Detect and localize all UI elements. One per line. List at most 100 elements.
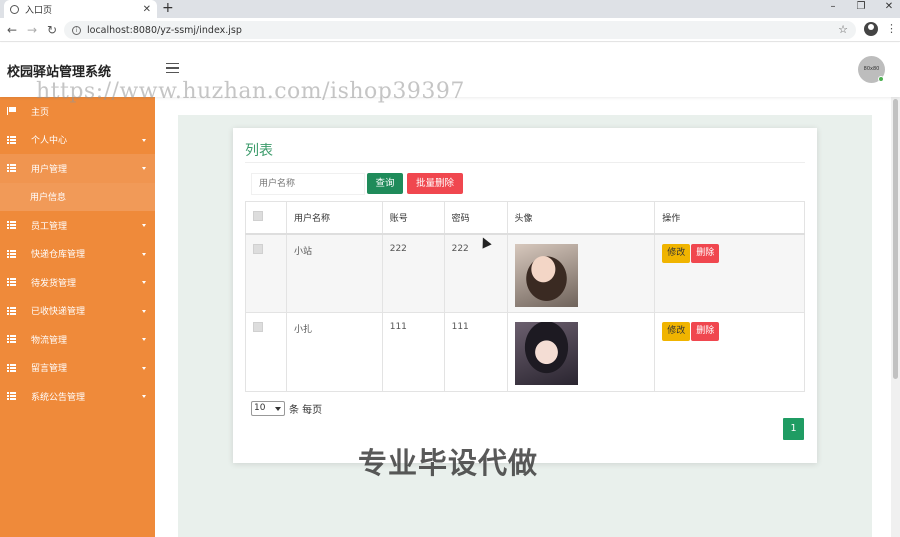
sidebar-item-staff-management[interactable]: 员工管理 [0, 211, 155, 240]
sidebar-subitem-user-info[interactable]: 用户信息 [0, 182, 155, 211]
sidebar-item-label: 个人中心 [31, 136, 68, 147]
cell-actions: 修改 删除 [654, 312, 805, 392]
sidebar-item-user-management[interactable]: 用户管理 [0, 154, 155, 183]
chevron-down-icon [142, 366, 146, 370]
chevron-down-icon [142, 338, 146, 341]
pagination-page-button[interactable]: 1 [783, 418, 804, 440]
chevron-down-icon [142, 224, 146, 227]
chevron-down-icon [142, 167, 146, 170]
sidebar-item-label: 系统公告管理 [31, 392, 86, 403]
back-icon[interactable]: ← [4, 22, 20, 38]
browser-toolbar: ← → ↻ i localhost:8080/yz-ssmj/index.jsp… [0, 18, 900, 42]
cell-actions: 修改 删除 [654, 233, 805, 313]
page-size-label: 条 每页 [289, 405, 323, 416]
overlay-promo-text: 专业毕设代做 [358, 446, 539, 480]
cell-avatar [506, 312, 656, 392]
row-select-cell [245, 233, 287, 313]
list-icon [7, 278, 16, 286]
page-size-select[interactable]: 10 [251, 401, 285, 416]
account-icon[interactable] [864, 22, 878, 36]
reload-icon[interactable]: ↻ [44, 22, 60, 38]
list-icon [7, 164, 16, 172]
sidebar: 主页 个人中心 用户管理 用户信息 员工管理 快递仓库管理 待发货管理 已收快递… [0, 97, 155, 537]
list-icon [7, 392, 16, 400]
row-select-cell [245, 312, 287, 392]
bookmark-star-icon[interactable]: ☆ [838, 23, 848, 36]
restore-button[interactable]: ❐ [851, 0, 871, 16]
edit-button[interactable]: 修改 [662, 243, 691, 263]
scrollbar-thumb[interactable] [893, 99, 898, 379]
row-checkbox[interactable] [253, 243, 263, 254]
cell-account: 111 [381, 312, 445, 392]
cell-password: 222 [443, 233, 508, 313]
user-table: 用户名称 账号 密码 头像 操作 小站 222 222 修改 删除 小扎 111… [245, 201, 805, 392]
list-icon [7, 363, 16, 372]
forward-icon[interactable]: → [24, 22, 40, 38]
delete-button[interactable]: 删除 [691, 322, 720, 341]
list-icon [7, 335, 16, 343]
flag-icon [7, 107, 16, 115]
list-icon [7, 221, 16, 229]
list-icon [7, 306, 16, 315]
user-photo [514, 322, 578, 385]
page-size-control: 10 条 每页 [251, 401, 322, 416]
chevron-down-icon [142, 252, 146, 256]
page-title: 列表 [245, 143, 273, 159]
page-scrollbar[interactable] [891, 97, 900, 537]
select-all-cell [245, 201, 287, 235]
cell-account: 222 [381, 233, 445, 313]
sidebar-item-label: 用户管理 [31, 164, 68, 175]
browser-menu-icon[interactable]: ⋮ [886, 22, 897, 35]
user-photo [514, 243, 578, 307]
column-header-password: 密码 [443, 201, 508, 235]
table-row: 小扎 111 111 修改 删除 [245, 312, 805, 392]
browser-tab[interactable]: 入口页 ✕ [4, 0, 157, 18]
edit-button[interactable]: 修改 [662, 322, 691, 341]
sidebar-item-personal-center[interactable]: 个人中心 [0, 126, 155, 155]
new-tab-button[interactable]: + [162, 0, 174, 18]
row-checkbox[interactable] [253, 322, 263, 332]
table-row: 小站 222 222 修改 删除 [245, 233, 805, 313]
browser-tabstrip: 入口页 ✕ + – ❐ ✕ [0, 0, 900, 18]
list-card: 列表 查询 批量删除 用户名称 账号 密码 头像 操作 小站 222 222 [233, 128, 817, 463]
list-icon [7, 135, 16, 144]
sidebar-item-warehouse[interactable]: 快递仓库管理 [0, 240, 155, 269]
sidebar-item-received[interactable]: 已收快递管理 [0, 297, 155, 326]
tab-title: 入口页 [25, 5, 53, 16]
info-icon[interactable]: i [72, 25, 81, 35]
close-icon[interactable]: ✕ [143, 4, 151, 15]
cell-password: 111 [443, 312, 508, 392]
chevron-down-icon [142, 395, 146, 398]
select-all-checkbox[interactable] [253, 210, 263, 221]
cell-name: 小扎 [285, 312, 383, 392]
sidebar-item-label: 主页 [31, 107, 50, 118]
window-close-button[interactable]: ✕ [879, 0, 899, 16]
minimize-button[interactable]: – [823, 0, 843, 16]
column-header-account: 账号 [381, 201, 445, 235]
cell-avatar [506, 233, 656, 313]
sidebar-item-label: 已收快递管理 [31, 307, 86, 318]
sidebar-item-announcements[interactable]: 系统公告管理 [0, 382, 155, 411]
sidebar-item-messages[interactable]: 留言管理 [0, 354, 155, 383]
query-button[interactable]: 查询 [367, 173, 403, 194]
sidebar-item-label: 留言管理 [31, 364, 68, 375]
list-icon [7, 249, 16, 258]
app-title: 校园驿站管理系统 [7, 65, 112, 80]
sidebar-item-logistics[interactable]: 物流管理 [0, 325, 155, 354]
search-input[interactable] [251, 173, 365, 195]
column-header-actions: 操作 [654, 201, 805, 235]
watermark-text: https://www.huzhan.com/ishop39397 [36, 79, 465, 104]
sidebar-item-label: 员工管理 [31, 221, 68, 232]
column-header-avatar: 头像 [506, 201, 656, 235]
table-header-row: 用户名称 账号 密码 头像 操作 [245, 201, 805, 235]
address-bar[interactable]: i localhost:8080/yz-ssmj/index.jsp ☆ [64, 21, 856, 39]
url-text: localhost:8080/yz-ssmj/index.jsp [87, 24, 242, 36]
sidebar-item-pending-shipment[interactable]: 待发货管理 [0, 268, 155, 297]
delete-button[interactable]: 删除 [691, 243, 720, 263]
menu-toggle-icon[interactable] [166, 63, 179, 73]
chevron-down-icon [142, 309, 146, 313]
batch-delete-button[interactable]: 批量删除 [407, 173, 463, 194]
chevron-down-icon [142, 138, 146, 142]
globe-icon [10, 4, 19, 14]
sidebar-item-label: 用户信息 [30, 193, 67, 204]
